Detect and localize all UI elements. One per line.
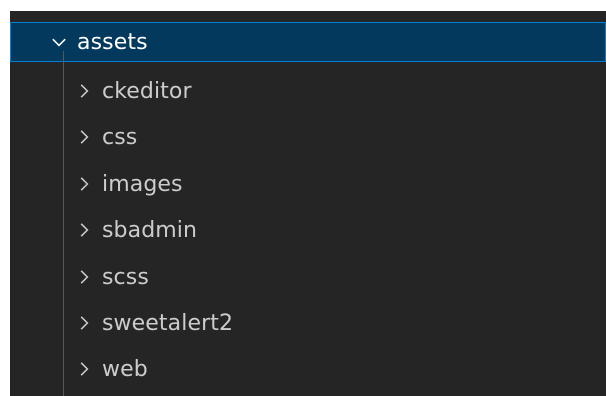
folder-label: sbadmin <box>102 217 198 243</box>
explorer-tree: assets ckeditor css images sbadmin scss <box>10 11 606 396</box>
chevron-right-icon <box>74 359 94 379</box>
folder-row-sweetalert2[interactable]: sweetalert2 <box>10 303 606 343</box>
chevron-right-icon <box>74 127 94 147</box>
folder-row-css[interactable]: css <box>10 117 606 157</box>
folder-row-ckeditor[interactable]: ckeditor <box>10 71 606 111</box>
folder-label: assets <box>77 29 148 55</box>
folder-row-images[interactable]: images <box>10 164 606 204</box>
chevron-right-icon <box>74 220 94 240</box>
chevron-right-icon <box>74 313 94 333</box>
folder-row-assets[interactable]: assets <box>10 22 606 62</box>
folder-label: ckeditor <box>102 78 192 104</box>
folder-row-scss[interactable]: scss <box>10 257 606 297</box>
chevron-right-icon <box>74 267 94 287</box>
chevron-down-icon <box>49 32 69 52</box>
chevron-right-icon <box>74 81 94 101</box>
folder-label: images <box>102 171 183 197</box>
folder-row-web[interactable]: web <box>10 349 606 389</box>
folder-label: css <box>102 124 138 150</box>
folder-label: sweetalert2 <box>102 310 234 336</box>
folder-row-sbadmin[interactable]: sbadmin <box>10 210 606 250</box>
folder-label: scss <box>102 264 149 290</box>
chevron-right-icon <box>74 174 94 194</box>
folder-label: web <box>102 356 148 382</box>
